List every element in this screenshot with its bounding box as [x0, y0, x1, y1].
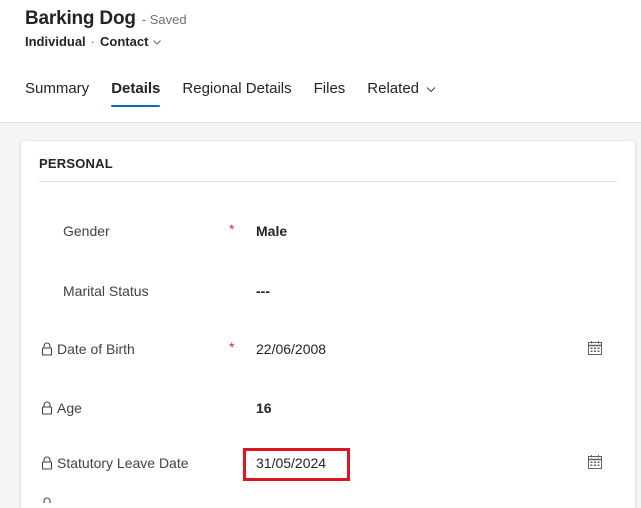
required-indicator: *: [229, 221, 235, 237]
lock-icon: [41, 401, 53, 415]
tab-summary[interactable]: Summary: [25, 80, 89, 107]
field-label: Marital Status: [63, 283, 149, 299]
tab-files[interactable]: Files: [314, 80, 346, 107]
field-label: Age: [41, 400, 82, 416]
required-indicator: *: [229, 339, 235, 355]
save-status: - Saved: [141, 12, 187, 27]
field-gender: Gender * Male: [21, 215, 635, 247]
field-date-of-birth: Date of Birth * 22/06/2008: [21, 333, 635, 365]
field-marital-status: Marital Status ---: [21, 275, 635, 307]
chevron-down-icon: [153, 39, 162, 45]
record-title: Barking Dog: [25, 8, 136, 29]
gender-select[interactable]: Male: [256, 223, 287, 239]
form-selector[interactable]: Contact: [100, 34, 162, 49]
marital-status-select[interactable]: ---: [256, 283, 270, 299]
tab-details[interactable]: Details: [111, 80, 161, 107]
field-age: Age 16: [21, 392, 635, 424]
record-header: Barking Dog - Saved Individual · Contact: [25, 8, 187, 49]
tab-list: Summary Details Regional Details Files R…: [25, 80, 459, 107]
lock-icon: [41, 456, 53, 470]
lock-icon: [41, 342, 53, 356]
statutory-leave-date-input[interactable]: 31/05/2024: [256, 455, 326, 471]
tab-regional-details[interactable]: Regional Details: [182, 80, 291, 107]
calendar-icon[interactable]: [587, 340, 603, 356]
section-title: PERSONAL: [39, 156, 113, 171]
chevron-down-icon: [426, 86, 436, 92]
field-statutory-leave-date: Statutory Leave Date 31/05/2024: [21, 447, 635, 481]
field-label: Date of Birth: [41, 341, 135, 357]
calendar-icon[interactable]: [587, 454, 603, 470]
field-label: Gender: [63, 223, 110, 239]
entity-type-label: Individual: [25, 34, 86, 49]
section-divider: [39, 181, 617, 182]
field-label: Statutory Leave Date: [41, 455, 189, 471]
form-canvas: PERSONAL Gender * Male Marital Status --…: [0, 122, 641, 508]
lock-icon: [43, 497, 51, 503]
subtitle-separator: ·: [90, 34, 96, 49]
personal-section-card: PERSONAL Gender * Male Marital Status --…: [21, 141, 635, 508]
date-of-birth-input[interactable]: 22/06/2008: [256, 341, 326, 357]
tab-related[interactable]: Related: [367, 80, 437, 107]
form-name: Contact: [100, 34, 149, 49]
age-value: 16: [256, 400, 272, 416]
